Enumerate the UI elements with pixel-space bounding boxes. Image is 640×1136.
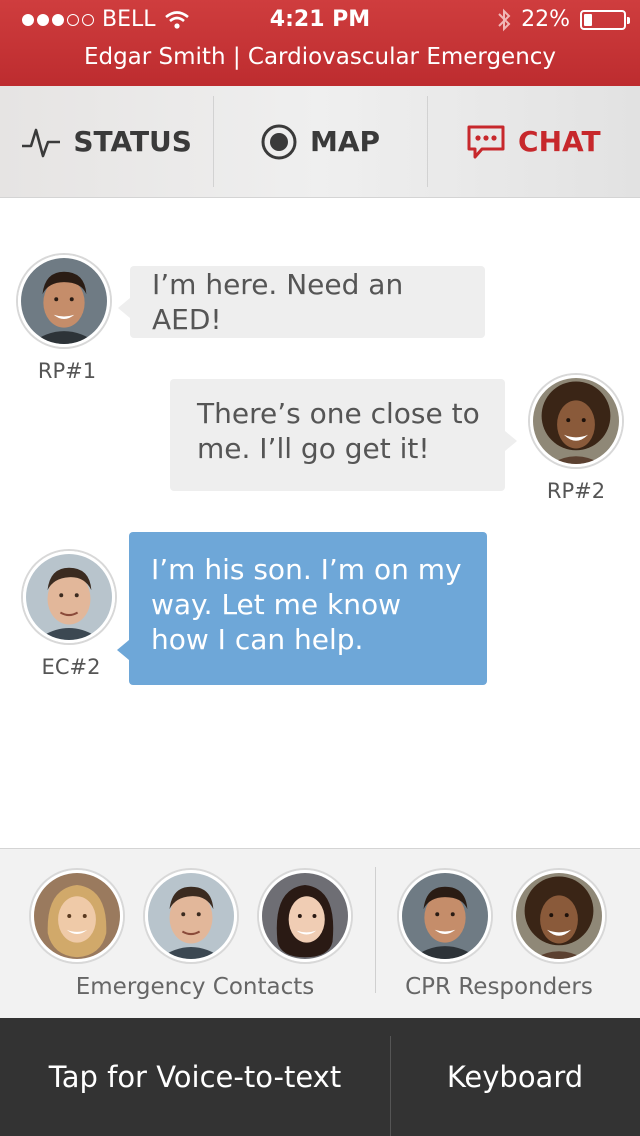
battery-icon bbox=[580, 9, 630, 30]
pulse-icon bbox=[22, 128, 61, 157]
emergency-subtitle: Edgar Smith | Cardiovascular Emergency bbox=[83, 44, 557, 70]
tab-chat-label: CHAT bbox=[518, 125, 601, 158]
sender-label: EC#2 bbox=[41, 655, 101, 679]
target-icon bbox=[261, 124, 297, 159]
app-header: BELL 4:21 PM 22% Edgar Smith | Cardiovas… bbox=[0, 0, 640, 86]
tab-bar: STATUS MAP CHAT bbox=[0, 86, 640, 198]
responder-avatar[interactable] bbox=[399, 870, 491, 962]
keyboard-button[interactable]: Keyboard bbox=[390, 1018, 640, 1136]
keyboard-label: Keyboard bbox=[446, 1060, 584, 1094]
battery-percent: 22% bbox=[521, 7, 570, 32]
sender-label: RP#2 bbox=[546, 479, 606, 503]
voice-to-text-label: Tap for Voice-to-text bbox=[48, 1060, 342, 1094]
bluetooth-icon bbox=[498, 8, 511, 31]
input-bar: Tap for Voice-to-text Keyboard bbox=[0, 1018, 640, 1136]
tab-status[interactable]: STATUS bbox=[0, 86, 213, 197]
contact-avatar[interactable] bbox=[259, 870, 351, 962]
status-bar: BELL 4:21 PM 22% bbox=[0, 0, 640, 40]
battery-info: 22% bbox=[497, 7, 630, 32]
voice-to-text-button[interactable]: Tap for Voice-to-text bbox=[0, 1018, 390, 1136]
tab-status-label: STATUS bbox=[73, 125, 192, 158]
participants-panel: Emergency Contacts CPR Responders bbox=[0, 848, 640, 1018]
sender-label: RP#1 bbox=[37, 359, 97, 383]
emergency-contacts-label: Emergency Contacts bbox=[75, 974, 315, 1000]
avatar-rp1[interactable] bbox=[18, 255, 110, 347]
tab-chat[interactable]: CHAT bbox=[426, 86, 640, 197]
contact-avatar[interactable] bbox=[145, 870, 237, 962]
message-bubble: I’m his son. I’m on my way. Let me know … bbox=[117, 532, 487, 685]
message-bubble: There’s one close to me. I’ll go get it! bbox=[170, 379, 517, 491]
chat-thread[interactable]: RP#1 I’m here. Need an AED! RP#2 There’s… bbox=[0, 198, 640, 848]
avatar-ec2[interactable] bbox=[23, 551, 115, 643]
tab-map[interactable]: MAP bbox=[213, 86, 426, 197]
chat-bubble-icon bbox=[467, 125, 505, 158]
responder-avatar[interactable] bbox=[513, 870, 605, 962]
cpr-responders-label: CPR Responders bbox=[405, 974, 593, 1000]
contact-avatar[interactable] bbox=[31, 870, 123, 962]
group-divider bbox=[375, 867, 376, 993]
message-bubble: I’m here. Need an AED! bbox=[118, 266, 485, 338]
tab-map-label: MAP bbox=[309, 125, 381, 158]
avatar-rp2[interactable] bbox=[530, 375, 622, 467]
